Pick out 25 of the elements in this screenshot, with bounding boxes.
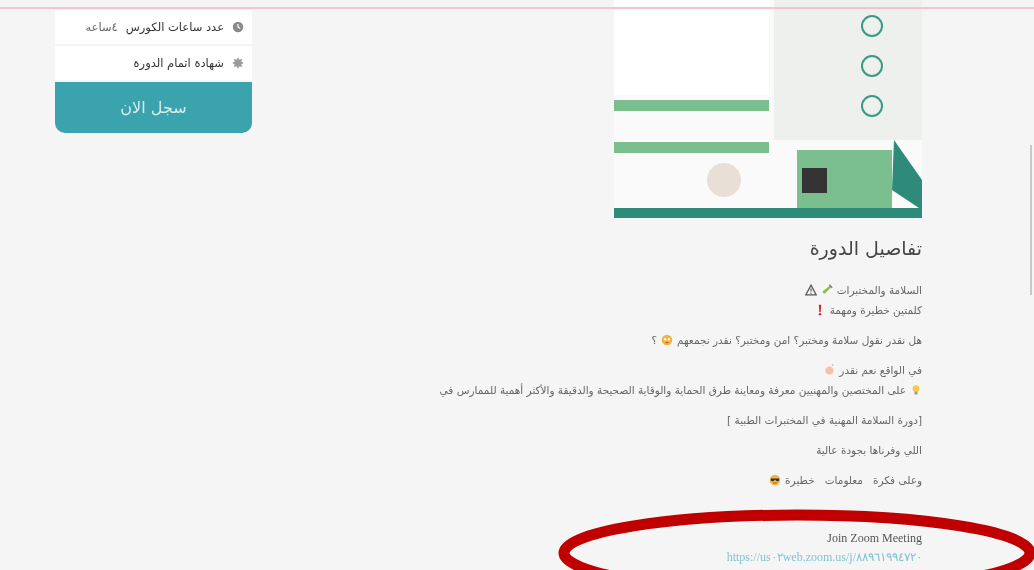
paragraph-text: السلامة والمختبرات [836, 284, 922, 296]
hand-icon [823, 364, 836, 376]
scrollbar-thumb[interactable] [1030, 145, 1032, 295]
paragraph-text: على المختصين والمهنيين معرفة ومعاينة طرق الحماية والوقاية الصحيحة والدقيقة والأكثر أهمية للممارس في [439, 384, 906, 396]
row-value: ٤ساعه [85, 20, 118, 34]
emoji-face-icon [661, 334, 673, 346]
paragraph-text: هل نقدر نقول سلامة ومختبر؟ امن ومختبر؟ نقدر نجمعهم [677, 334, 922, 346]
warning-icon [804, 284, 817, 296]
gear-icon [232, 57, 244, 69]
paragraph-text: اللي وفرناها بجودة عالية [816, 444, 922, 456]
paragraph-text: وعلى فكرة معلومات خطيرة [785, 474, 922, 486]
paragraph-text: في الواقع نعم نقدر [839, 364, 922, 376]
clock-icon [232, 21, 244, 33]
row-label: عدد ساعات الكورس [125, 20, 224, 34]
row-label: شهادة اتمام الدورة [133, 56, 224, 70]
light-bulb-icon [910, 384, 922, 396]
paragraph-text: كلمتين خطيرة ومهمة [829, 304, 922, 316]
question-mark: ؟ [651, 334, 657, 346]
meeting-title: Join Zoom Meeting [827, 530, 922, 547]
section-heading: تفاصيل الدورة [809, 236, 922, 262]
sunglasses-emoji-icon [769, 474, 782, 486]
paragraph-text: [دورة السلامة المهنية في المختبرات الطبية ] [727, 414, 922, 426]
test-tube-icon [820, 284, 833, 296]
register-button[interactable]: سجل الان [55, 82, 252, 133]
meeting-link[interactable]: https://us٠٢web.zoom.us/j/٨٨٩٦١٩٩٤٧٢٠ [726, 550, 922, 564]
